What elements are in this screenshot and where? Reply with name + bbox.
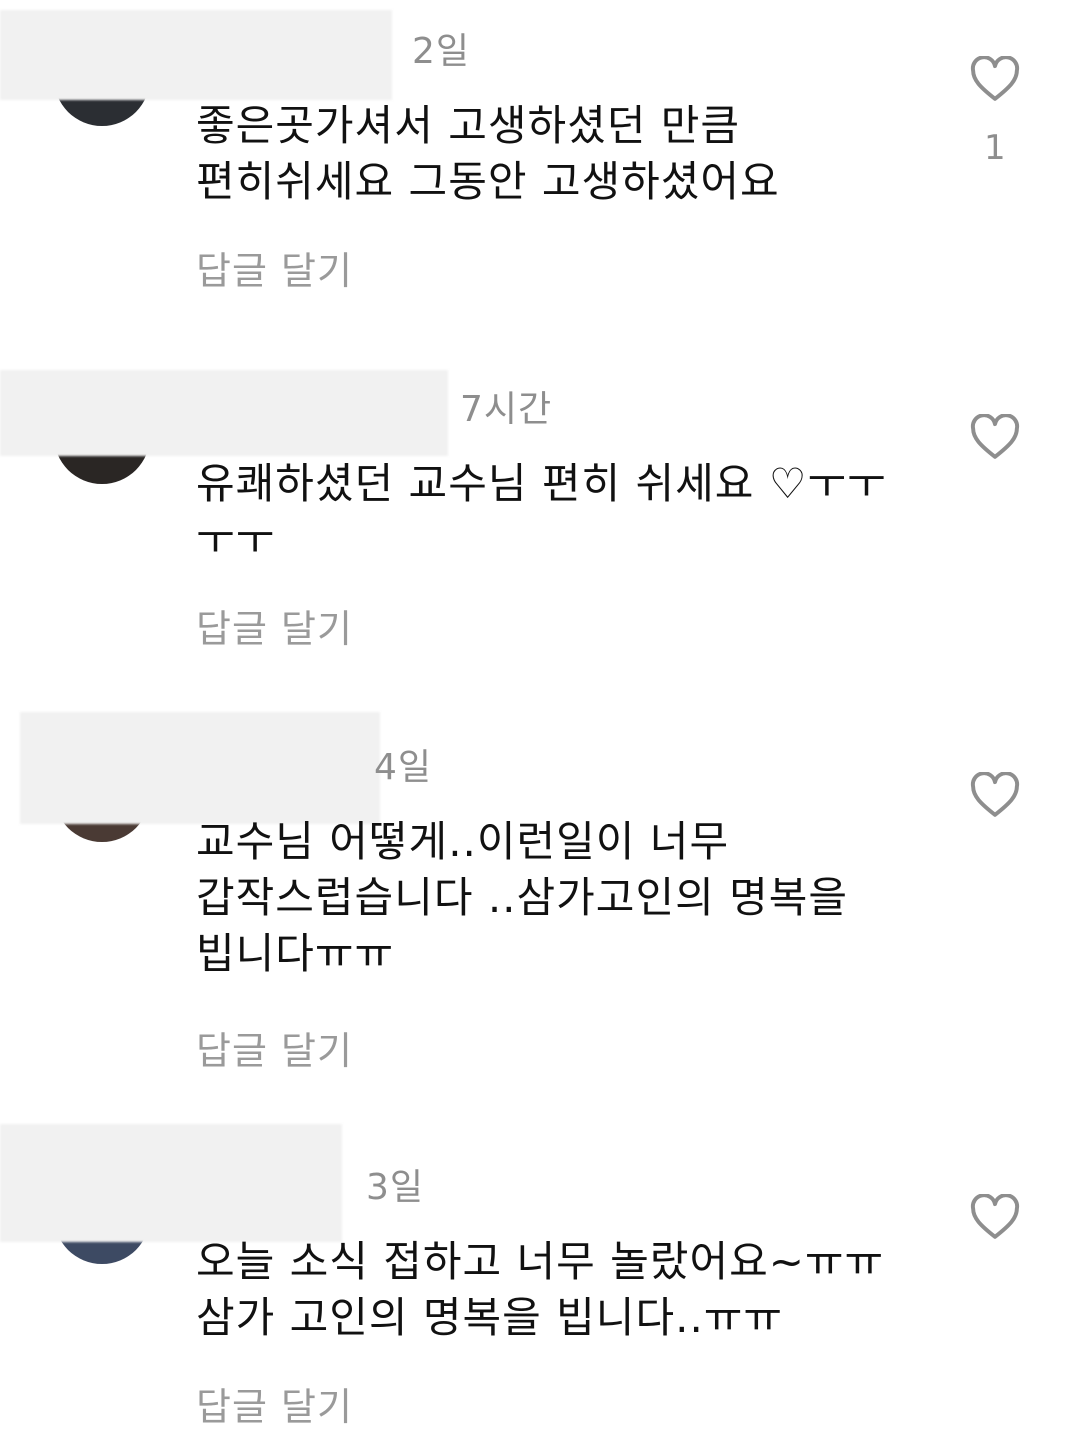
comment-item: 3일 오늘 소식 접하고 너무 놀랐어요~ㅠㅠ 삼가 고인의 명복을 빕니다..… <box>0 1120 1080 1442</box>
reply-button[interactable]: 답글 달기 <box>196 1376 353 1431</box>
redacted-username <box>0 10 392 100</box>
comment-text: 오늘 소식 접하고 너무 놀랐어요~ㅠㅠ 삼가 고인의 명복을 빕니다..ㅠㅠ <box>196 1237 885 1342</box>
heart-outline-icon[interactable] <box>970 1194 1020 1240</box>
comment-timestamp: 2일 <box>412 31 471 72</box>
comment-item: 7시간 유쾌하셨던 교수님 편히 쉬세요 ♡ㅜㅜ ㅜㅜ 답글 달기 <box>0 360 1080 680</box>
comment-text: 교수님 어떻게..이런일이 너무 갑작스럽습니다 ..삼가고인의 명복을 빕니다… <box>196 817 849 978</box>
comment-item: 4일 교수님 어떻게..이런일이 너무 갑작스럽습니다 ..삼가고인의 명복을 … <box>0 700 1080 1080</box>
heart-outline-icon[interactable] <box>970 56 1020 102</box>
comment-timestamp: 3일 <box>366 1167 425 1208</box>
like-count: 1 <box>984 128 1006 168</box>
comment-text: 좋은곳가셔서 고생하셨던 만큼 편히쉬세요 그동안 고생하셨어요 <box>196 101 780 206</box>
comment-text: 유쾌하셨던 교수님 편히 쉬세요 ♡ㅜㅜ ㅜㅜ <box>196 459 887 564</box>
redacted-username <box>0 1124 342 1242</box>
heart-outline-icon[interactable] <box>970 414 1020 460</box>
redacted-username <box>0 370 448 456</box>
comment-timestamp: 4일 <box>374 747 433 788</box>
redacted-username <box>20 712 380 824</box>
reply-button[interactable]: 답글 달기 <box>196 240 353 295</box>
heart-outline-icon[interactable] <box>970 772 1020 818</box>
comment-timestamp: 7시간 <box>460 389 553 430</box>
comment-item: 2일 좋은곳가셔서 고생하셨던 만큼 편히쉬세요 그동안 고생하셨어요 답글 달… <box>0 0 1080 320</box>
reply-button[interactable]: 답글 달기 <box>196 598 353 653</box>
reply-button[interactable]: 답글 달기 <box>196 1020 353 1075</box>
